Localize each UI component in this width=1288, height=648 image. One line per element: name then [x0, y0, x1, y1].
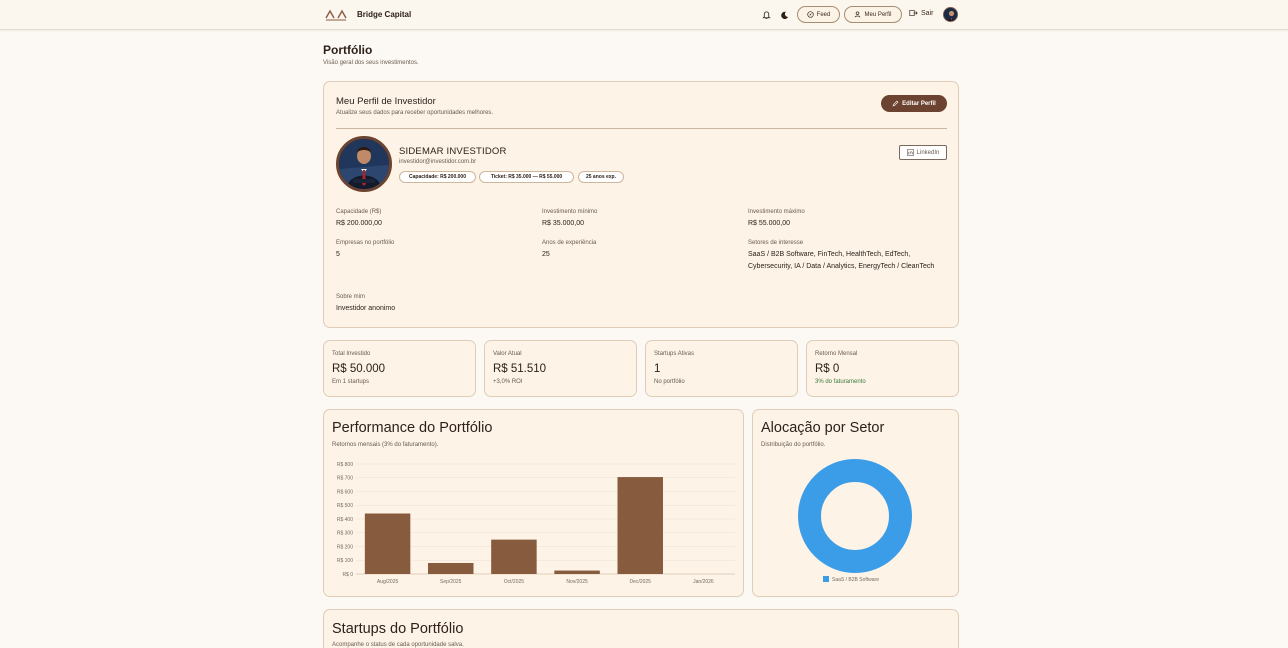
max-investment-label: Investimento máximo [748, 209, 805, 215]
stat-value: R$ 51.510 [493, 363, 547, 375]
investor-email: investidor@investidor.com.br [399, 159, 477, 165]
x-tick-label: Sep/2025 [440, 579, 462, 585]
feed-label: Feed [816, 11, 831, 18]
user-avatar[interactable] [943, 7, 958, 22]
y-tick-label: R$ 500 [337, 503, 353, 509]
page-title: Portfólio [323, 43, 373, 57]
max-investment-value: R$ 55.000,00 [748, 220, 791, 227]
ticket-chip: Ticket: R$ 35.000 — R$ 55.000 [479, 171, 574, 183]
section-subtitle: Acompanhe o status de cada oportunidade … [332, 642, 464, 648]
legend-swatch [823, 576, 829, 582]
allocation-chart-card: Alocação por Setor Distribuição do portf… [752, 409, 959, 597]
stat-card-active-startups: Startups Ativas 1 No portfólio [645, 340, 798, 397]
stat-card-total-invested: Total Investido R$ 50.000 Em 1 startups [323, 340, 476, 397]
brand-name[interactable]: Bridge Capital [357, 10, 411, 19]
bar[interactable] [364, 513, 411, 575]
y-tick-label: R$ 0 [342, 572, 353, 578]
y-tick-label: R$ 100 [337, 558, 353, 564]
pie-slice[interactable] [798, 459, 912, 573]
performance-chart-card: Performance do Portfólio Retornos mensai… [323, 409, 744, 597]
x-tick-label: Aug/2025 [377, 579, 399, 585]
about-value: Investidor anonimo [336, 305, 396, 312]
bar[interactable] [428, 563, 474, 574]
chart-title: Performance do Portfólio [332, 420, 493, 436]
chart-title: Alocação por Setor [761, 420, 885, 436]
y-tick-label: R$ 300 [337, 531, 353, 537]
portfolio-companies-value: 5 [336, 251, 340, 258]
stat-label: Valor Atual [493, 351, 522, 357]
linkedin-icon [906, 149, 914, 156]
stat-value: R$ 0 [815, 363, 840, 375]
investor-photo [336, 136, 392, 192]
performance-bar-chart: R$ 0 R$ 100 R$ 200 R$ 300 R$ 400 R$ 500 R$ 600… [337, 462, 735, 585]
logout-label: Sair [921, 9, 934, 17]
edit-profile-label: Editar Perfil [902, 100, 936, 107]
y-tick-label: R$ 800 [337, 462, 353, 468]
logout-icon [909, 10, 918, 16]
stat-value: 1 [654, 363, 661, 375]
linkedin-button[interactable]: LinkedIn [899, 145, 947, 160]
pencil-icon [892, 100, 899, 107]
y-tick-label: R$ 600 [337, 489, 353, 495]
logout-button[interactable]: Sair [909, 9, 933, 17]
chart-subtitle: Retornos mensais (3% do faturamento). [332, 442, 439, 448]
stat-label: Retorno Mensal [815, 351, 858, 357]
user-icon [855, 11, 861, 18]
capacity-chip: Capacidade: R$ 200.000 [399, 171, 476, 183]
sectors-value: SaaS / B2B Software, FinTech, HealthTech… [748, 251, 935, 270]
edit-profile-button[interactable]: Editar Perfil [881, 95, 947, 112]
linkedin-label: LinkedIn [916, 149, 940, 156]
profile-card-title: Meu Perfil de Investidor [336, 96, 436, 107]
stat-subtext: Em 1 startups [332, 379, 370, 385]
stat-subtext: 3% do faturamento [815, 379, 866, 385]
experience-years-label: Anos de experiência [542, 240, 597, 246]
page-subtitle: Visão geral dos seus investimentos. [323, 60, 419, 66]
allocation-donut-chart: SaaS / B2B Software [798, 459, 912, 583]
stat-label: Total Investido [332, 351, 371, 357]
bar[interactable] [617, 477, 663, 574]
legend-label: SaaS / B2B Software [832, 577, 879, 583]
bell-icon[interactable] [759, 8, 773, 22]
x-tick-label: Oct/2025 [504, 579, 525, 585]
y-tick-label: R$ 400 [337, 517, 353, 523]
divider [336, 128, 947, 129]
section-title: Startups do Portfólio [332, 621, 464, 637]
stat-card-current-value: Valor Atual R$ 51.510 +3,0% ROI [484, 340, 637, 397]
x-tick-label: Jan/2026 [693, 579, 714, 585]
stat-value: R$ 50.000 [332, 363, 386, 375]
stat-subtext: No portfólio [654, 379, 685, 385]
x-tick-label: Dec/2025 [630, 579, 652, 585]
bar[interactable] [554, 570, 600, 574]
experience-chip: 25 anos exp. [578, 171, 624, 183]
top-bar: Bridge Capital Feed Meu Perfil Sair [0, 0, 1288, 30]
about-label: Sobre mim [336, 294, 366, 300]
experience-years-value: 25 [542, 251, 550, 258]
min-investment-label: Investimento mínimo [542, 209, 598, 215]
investor-name: SIDEMAR INVESTIDOR [399, 146, 507, 157]
compass-icon [807, 11, 814, 18]
capacity-label: Capacidade (R$) [336, 209, 382, 215]
my-profile-button[interactable]: Meu Perfil [844, 6, 902, 23]
portfolio-companies-label: Empresas no portfólio [336, 240, 395, 246]
investor-profile-card: Meu Perfil de Investidor Atualize seus d… [323, 81, 959, 328]
stat-card-monthly-return: Retorno Mensal R$ 0 3% do faturamento [806, 340, 959, 397]
x-tick-label: Nov/2025 [566, 579, 588, 585]
y-tick-label: R$ 200 [337, 544, 353, 550]
sectors-label: Setores de interesse [748, 240, 804, 246]
capacity-value: R$ 200.000,00 [336, 220, 382, 227]
logo-icon[interactable] [323, 8, 349, 22]
min-investment-value: R$ 35.000,00 [542, 220, 585, 227]
stat-label: Startups Ativas [654, 351, 695, 357]
y-tick-label: R$ 700 [337, 476, 353, 482]
portfolio-startups-card: Startups do Portfólio Acompanhe o status… [323, 609, 959, 648]
feed-button[interactable]: Feed [797, 6, 840, 23]
my-profile-label: Meu Perfil [864, 11, 892, 18]
profile-card-subtitle: Atualize seus dados para receber oportun… [336, 110, 494, 116]
moon-icon[interactable] [777, 8, 791, 22]
bar[interactable] [491, 539, 537, 574]
chart-subtitle: Distribuição do portfólio. [761, 442, 826, 448]
stat-subtext: +3,0% ROI [493, 379, 523, 385]
